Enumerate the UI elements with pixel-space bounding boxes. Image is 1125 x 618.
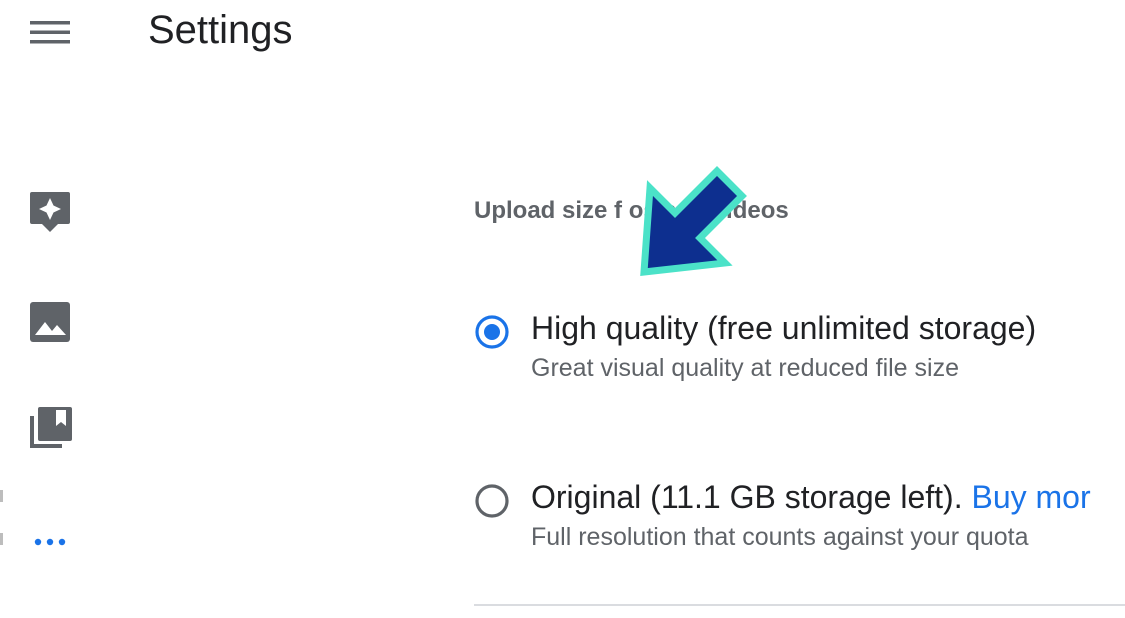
assistant-icon[interactable] [26,188,74,236]
settings-page: Settings Upload size f os and videos Hig… [0,0,1125,618]
original-label: Original (11.1 GB storage left). Buy mor [531,477,1091,517]
more-icon[interactable] [26,518,74,566]
section-divider [474,604,1125,606]
scroll-edge-mark [0,490,3,502]
albums-icon[interactable] [26,404,74,452]
high-quality-radio[interactable] [474,314,510,350]
buy-more-link[interactable]: Buy mor [971,479,1090,515]
high-quality-description: Great visual quality at reduced file siz… [531,354,959,382]
original-description: Full resolution that counts against your… [531,523,1029,551]
page-title: Settings [148,8,293,52]
hamburger-menu-icon[interactable] [26,12,76,52]
photos-icon[interactable] [26,298,74,346]
scroll-edge-mark [0,533,3,545]
original-label-text: Original (11.1 GB storage left). [531,479,963,515]
original-option[interactable]: Original (11.1 GB storage left). Buy mor… [474,477,1125,567]
high-quality-label: High quality (free unlimited storage) [531,310,1037,346]
original-radio[interactable] [474,483,510,519]
upload-size-title: Upload size f os and videos [474,197,789,224]
high-quality-option[interactable]: High quality (free unlimited storage) Gr… [474,308,1125,398]
